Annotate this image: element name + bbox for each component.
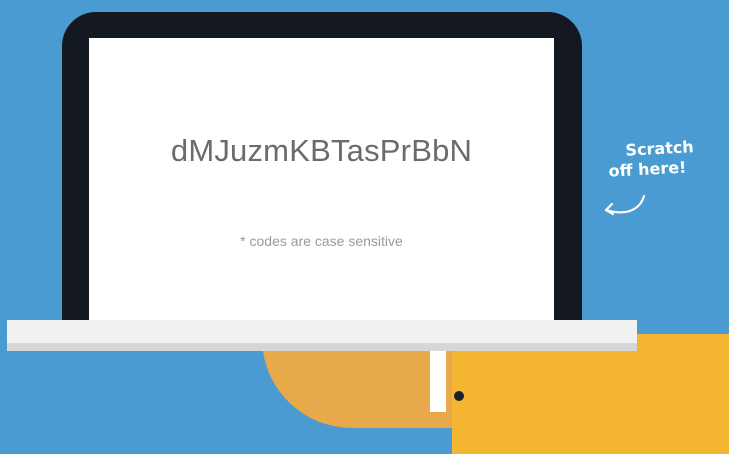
orange-shape-right	[452, 334, 729, 454]
redeem-code: dMJuzmKBTasPrBbN	[170, 133, 473, 168]
case-sensitive-note: * codes are case sensitive	[240, 233, 403, 249]
laptop-base-shadow	[7, 343, 637, 350]
code-screen[interactable]: dMJuzmKBTasPrBbN * codes are case sensit…	[89, 38, 554, 324]
gift-card-scene: dMJuzmKBTasPrBbN * codes are case sensit…	[0, 0, 729, 454]
decor-dot	[454, 391, 464, 401]
curved-arrow-icon	[604, 194, 646, 216]
scratch-hint: Scratch off here!	[607, 134, 729, 181]
